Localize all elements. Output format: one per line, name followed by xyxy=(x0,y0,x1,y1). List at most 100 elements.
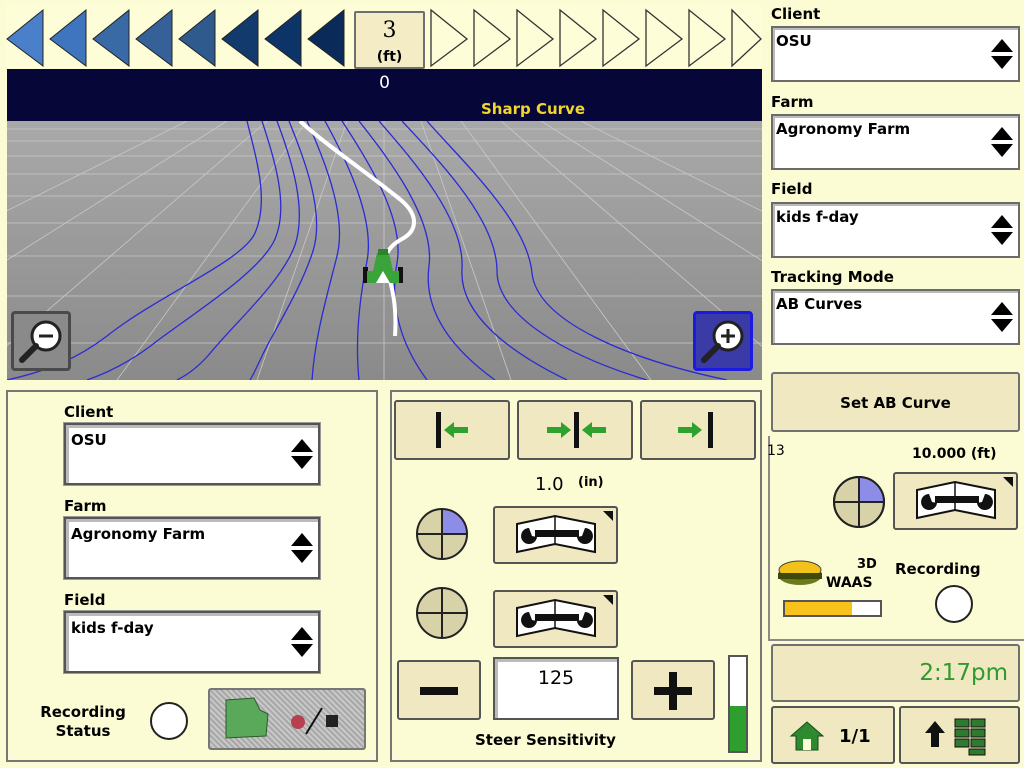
field-label: Field xyxy=(64,591,106,609)
record-boundary-icon xyxy=(225,697,338,739)
field-perspective-view xyxy=(7,121,762,380)
center-icon xyxy=(547,412,606,448)
minus-icon xyxy=(420,687,458,695)
steer-sensitivity-label: Steer Sensitivity xyxy=(475,731,616,749)
guidance-settings-button[interactable] xyxy=(893,472,1018,530)
manual-wrench-icon xyxy=(516,511,613,554)
home-page-number: 1/1 xyxy=(839,726,871,747)
tracking-mode-select[interactable]: AB Curves xyxy=(771,289,1020,345)
chevron-right-icon xyxy=(473,8,512,68)
shift-left-icon xyxy=(436,412,468,448)
shift-right-button[interactable] xyxy=(640,400,756,460)
chevron-left-icon xyxy=(221,8,259,67)
zoom-in-button[interactable] xyxy=(693,311,753,371)
recording-indicator[interactable] xyxy=(935,585,973,623)
gps-signal-fill xyxy=(785,602,852,615)
client-label: Client xyxy=(64,403,114,421)
farm-label: Farm xyxy=(64,497,107,515)
spinner-icon[interactable] xyxy=(290,437,314,471)
steering-settings-button[interactable] xyxy=(493,506,618,564)
steer-sensitivity-fill xyxy=(730,705,746,751)
tracking-mode-value: AB Curves xyxy=(776,295,863,313)
guidance-header: 0 Sharp Curve xyxy=(7,69,762,121)
spinner-icon[interactable] xyxy=(990,37,1014,71)
center-button[interactable] xyxy=(517,400,633,460)
increase-sensitivity-button[interactable] xyxy=(631,660,715,720)
chevron-left-icon xyxy=(6,8,44,67)
chevron-right-icon xyxy=(731,8,762,68)
client-select[interactable]: OSU xyxy=(771,26,1020,82)
steer-sensitivity-field[interactable]: 125 xyxy=(493,657,619,720)
offset-unit: (ft) xyxy=(376,49,403,65)
steer-sensitivity-meter xyxy=(728,655,748,753)
crosshair-icon xyxy=(416,587,468,639)
shift-unit: (in) xyxy=(578,475,604,490)
zoom-out-button[interactable] xyxy=(11,311,71,371)
menu-icon xyxy=(925,718,986,756)
spinner-icon[interactable] xyxy=(290,625,314,659)
shift-value: 1.0 xyxy=(535,474,564,495)
quadrant-icon xyxy=(833,476,885,528)
client-value: OSU xyxy=(776,32,812,50)
record-toggle-button[interactable] xyxy=(208,688,366,750)
manual-wrench-icon xyxy=(916,477,1013,520)
field-value: kids f-day xyxy=(776,208,859,226)
chevron-left-icon xyxy=(264,8,302,67)
chevron-left-icon xyxy=(135,8,173,67)
lightbar-left-chevrons xyxy=(6,8,345,67)
farm-select[interactable]: Agronomy Farm xyxy=(771,114,1020,170)
guidance-message: Sharp Curve xyxy=(481,100,585,118)
shift-right-icon xyxy=(678,412,713,448)
field-value: kids f-day xyxy=(71,619,154,637)
shift-left-button[interactable] xyxy=(394,400,510,460)
farm-value: Agronomy Farm xyxy=(71,525,206,543)
chevron-left-icon xyxy=(178,8,216,67)
recording-label: Recording xyxy=(895,560,981,578)
ab-track-number: 13 xyxy=(767,443,785,459)
decrease-sensitivity-button[interactable] xyxy=(397,660,481,720)
spinner-icon[interactable] xyxy=(990,300,1014,334)
client-select[interactable]: OSU xyxy=(64,423,320,485)
field-select[interactable]: kids f-day xyxy=(64,611,320,673)
spinner-icon[interactable] xyxy=(290,531,314,565)
quadrant-icon xyxy=(416,508,468,560)
steer-sensitivity-value: 125 xyxy=(537,667,575,689)
home-button[interactable]: 1/1 xyxy=(771,706,895,764)
farm-label: Farm xyxy=(771,93,814,111)
gps-mode: 3D xyxy=(857,557,877,572)
track-number: 0 xyxy=(379,73,390,93)
farm-value: Agronomy Farm xyxy=(776,120,911,138)
field-label: Field xyxy=(771,180,813,198)
spinner-icon[interactable] xyxy=(990,213,1014,247)
implement-width: 10.000 (ft) xyxy=(912,446,997,462)
recording-status-label: Recording Status xyxy=(30,703,136,741)
chevron-right-icon xyxy=(602,8,641,68)
guidance-view: 0 Sharp Curve xyxy=(7,69,762,380)
gps-correction: WAAS xyxy=(826,575,873,591)
set-ab-curve-button[interactable]: Set AB Curve xyxy=(771,372,1020,432)
spinner-icon[interactable] xyxy=(990,125,1014,159)
lightbar: 3 (ft) xyxy=(5,5,762,69)
chevron-right-icon xyxy=(645,8,684,68)
chevron-right-icon xyxy=(516,8,555,68)
manual-wrench-icon xyxy=(516,595,613,638)
chevron-left-icon xyxy=(49,8,87,67)
clock-time: 2:17pm xyxy=(919,660,1008,686)
chevron-left-icon xyxy=(307,8,345,67)
tracking-mode-label: Tracking Mode xyxy=(771,268,894,286)
lightbar-right-chevrons xyxy=(430,8,762,68)
recording-status-line2: Status xyxy=(55,722,111,740)
chevron-right-icon xyxy=(559,8,598,68)
home-icon xyxy=(789,721,825,751)
zoom-in-icon xyxy=(701,320,744,363)
zoom-out-icon xyxy=(19,320,62,363)
recording-status-indicator xyxy=(150,702,188,740)
plus-icon xyxy=(654,672,692,710)
chevron-right-icon xyxy=(688,8,727,68)
farm-select[interactable]: Agronomy Farm xyxy=(64,517,320,579)
tuning-settings-button[interactable] xyxy=(493,590,618,648)
offset-value: 3 xyxy=(382,18,397,43)
field-select[interactable]: kids f-day xyxy=(771,202,1020,258)
gps-receiver-icon xyxy=(778,560,822,585)
menu-button[interactable] xyxy=(899,706,1020,764)
